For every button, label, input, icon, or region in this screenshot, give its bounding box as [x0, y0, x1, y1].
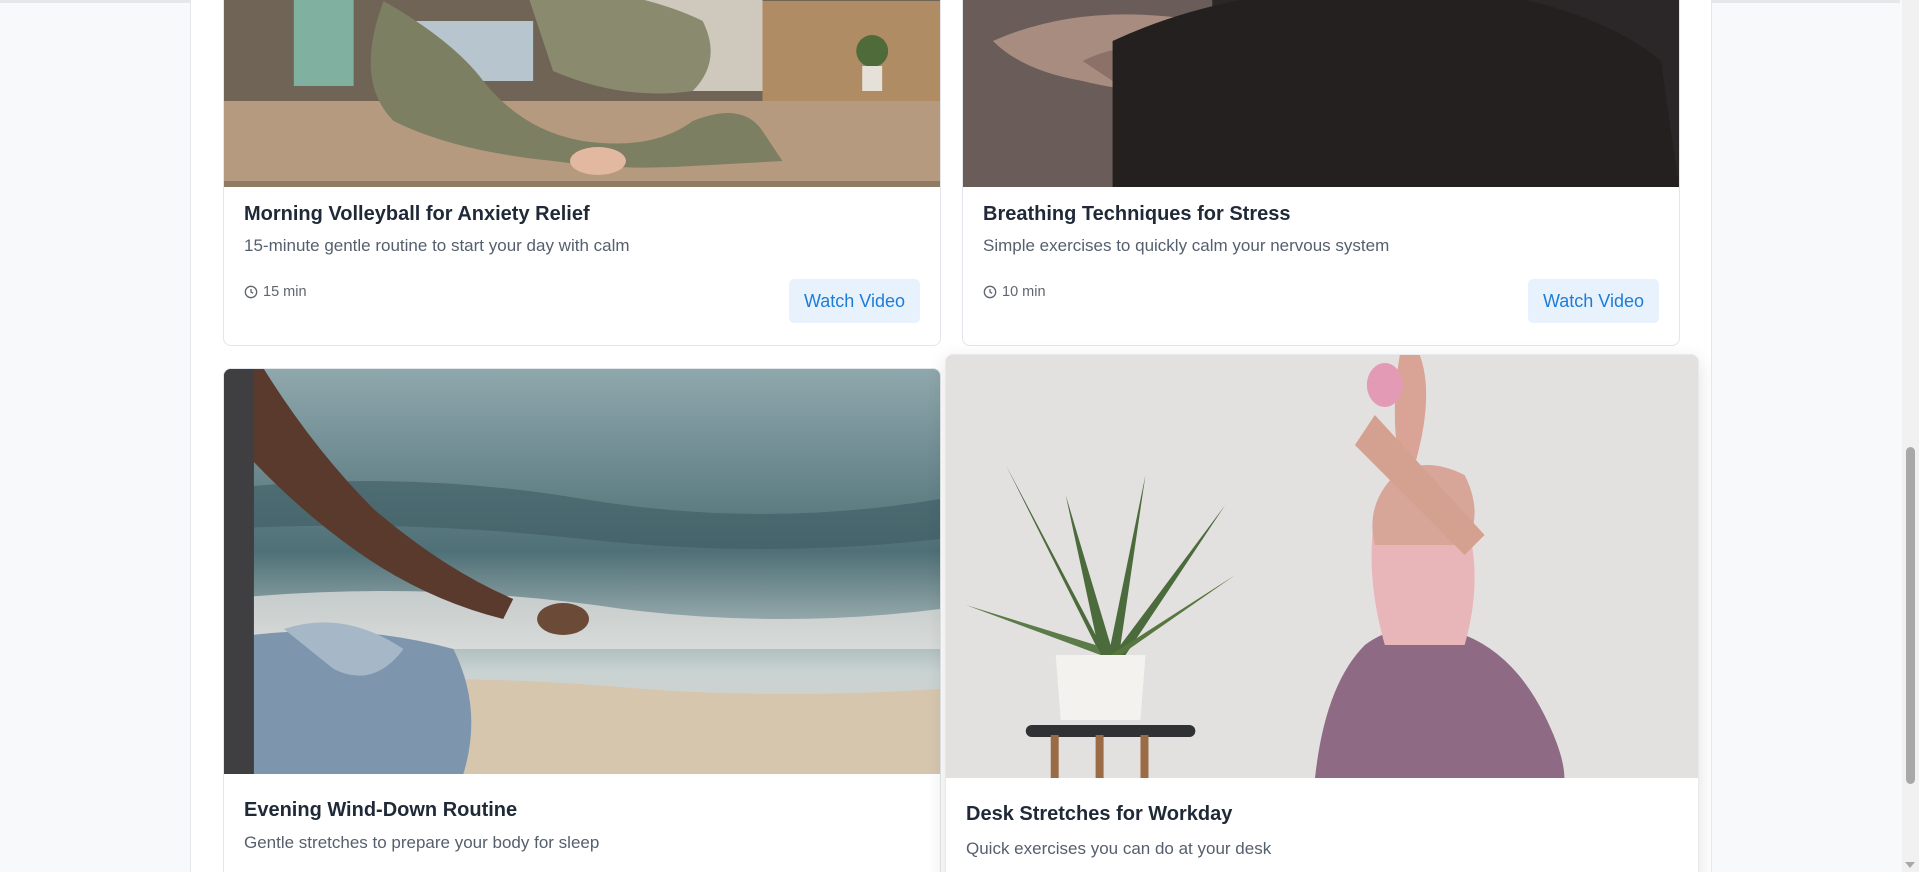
video-card[interactable]: Evening Wind-Down Routine Gentle stretch… [223, 368, 941, 872]
watch-video-button[interactable]: Watch Video [1527, 279, 1659, 323]
video-title: Desk Stretches for Workday [966, 803, 1233, 825]
duration: 15 min [244, 284, 307, 300]
yoga-pose-image [224, 0, 940, 187]
video-card[interactable]: Breathing Techniques for Stress Simple e… [962, 0, 1680, 346]
watch-video-button[interactable]: Watch Video [788, 279, 920, 323]
duration: 10 min [983, 284, 1046, 300]
video-description: Simple exercises to quickly calm your ne… [983, 236, 1390, 255]
vertical-scrollbar[interactable] [1902, 0, 1919, 872]
scroll-down-arrow-icon[interactable] [1905, 862, 1915, 868]
clock-icon [983, 285, 997, 299]
video-card[interactable]: Morning Volleyball for Anxiety Relief 15… [223, 0, 941, 346]
video-description: Quick exercises you can do at your desk [966, 839, 1272, 858]
video-grid: Morning Volleyball for Anxiety Relief 15… [190, 0, 1712, 872]
scrollbar-thumb[interactable] [1906, 447, 1915, 784]
video-title: Evening Wind-Down Routine [244, 799, 518, 821]
duration-text: 10 min [1002, 284, 1046, 300]
beach-meditation-image [224, 369, 940, 774]
yoga-plant-image [946, 355, 1698, 778]
video-description: Gentle stretches to prepare your body fo… [244, 833, 600, 852]
video-card[interactable]: Desk Stretches for Workday Quick exercis… [945, 354, 1699, 872]
video-title: Morning Volleyball for Anxiety Relief [244, 203, 590, 225]
video-title: Breathing Techniques for Stress [983, 203, 1291, 225]
clock-icon [244, 285, 258, 299]
duration-text: 15 min [263, 284, 307, 300]
video-description: 15-minute gentle routine to start your d… [244, 236, 630, 255]
meditation-hands-image [963, 0, 1679, 187]
